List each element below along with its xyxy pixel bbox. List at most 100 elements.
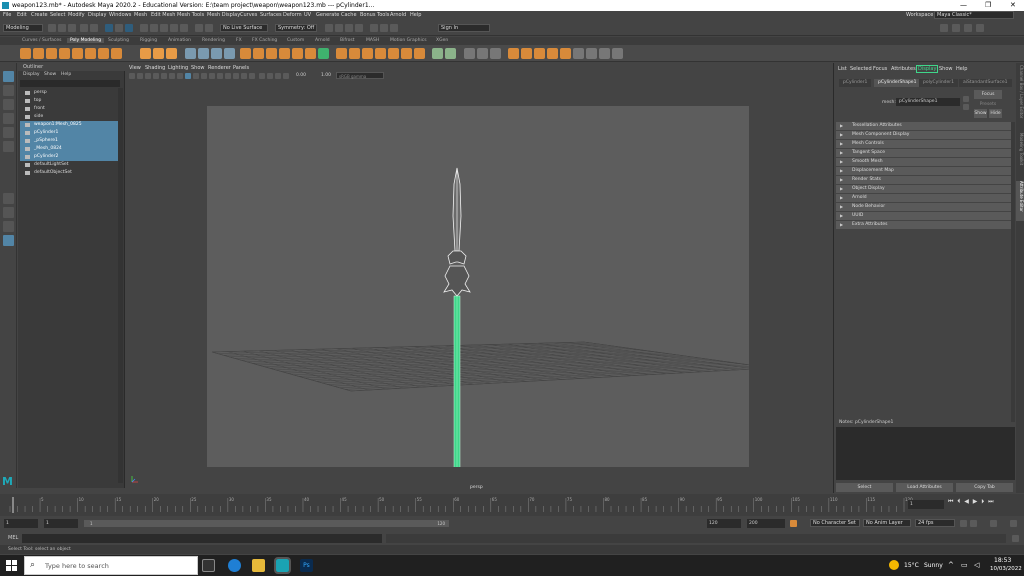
tab-polycylinder1[interactable]: polyCylinder1 (919, 79, 959, 87)
outliner-item[interactable]: front (20, 105, 118, 113)
playback-end-field[interactable]: 120 (707, 519, 741, 528)
snap-grid-icon[interactable] (140, 24, 148, 32)
boolean-icon[interactable] (224, 48, 235, 59)
vp-menu-show[interactable]: Show (191, 65, 205, 71)
anim-start-field[interactable]: 1 (4, 519, 38, 528)
taskbar-search-input[interactable]: Type here to search (24, 556, 198, 575)
shelf-tab-animation[interactable]: Animation (168, 38, 191, 43)
network-icon[interactable]: ▭ (961, 561, 968, 569)
attr-section-header[interactable]: Mesh Controls (836, 140, 1011, 148)
tab-pcylindershape1[interactable]: pCylinderShape1 (874, 79, 921, 87)
shelf-tab-sculpting[interactable]: Sculpting (108, 38, 129, 43)
select-tool-icon[interactable] (3, 71, 14, 82)
outliner-item[interactable]: pCylinder1 (20, 129, 118, 137)
outliner-item[interactable]: pCylinder2 (20, 153, 118, 161)
resolution-gate-icon[interactable] (177, 73, 183, 79)
quad-draw-icon[interactable] (362, 48, 373, 59)
maya-taskbar-icon[interactable] (274, 557, 291, 574)
menu-surfaces[interactable]: Surfaces (260, 12, 282, 18)
poly-cube-icon[interactable] (33, 48, 44, 59)
multi-cut-icon[interactable] (318, 48, 329, 59)
script-editor-icon[interactable] (1012, 535, 1019, 542)
soft-select-icon[interactable] (573, 48, 584, 59)
poly-cylinder-icon[interactable] (46, 48, 57, 59)
volume-icon[interactable]: ◁ (974, 561, 979, 569)
slide-edge-icon[interactable] (375, 48, 386, 59)
xray-joints-icon[interactable] (275, 73, 281, 79)
photoshop-taskbar-icon[interactable]: Ps (300, 559, 313, 572)
shelf-tab-poly-modeling[interactable]: Poly Modeling (67, 38, 105, 43)
auto-map-icon[interactable] (490, 48, 501, 59)
xray-components-icon[interactable] (283, 73, 289, 79)
sound-icon[interactable] (970, 520, 977, 527)
hypershade-icon[interactable] (355, 24, 363, 32)
focus-button[interactable]: Focus (974, 90, 1002, 99)
move-tool-icon[interactable] (3, 113, 14, 124)
arnold-settings-icon[interactable] (390, 24, 398, 32)
attr-section-header[interactable]: Tessellation Attributes (836, 122, 1011, 130)
menu-uv[interactable]: UV (304, 12, 311, 18)
camera-select-icon[interactable] (129, 73, 135, 79)
3d-scene-view[interactable] (207, 106, 773, 513)
menu-deform[interactable]: Deform (283, 12, 302, 18)
time-slider[interactable]: 5 10 15 20 25 30 35 40 45 50 55 60 65 70 75 80 85 90 95 100… (0, 494, 1024, 516)
merge-icon[interactable] (305, 48, 316, 59)
attr-section-header[interactable]: Tangent Space (836, 149, 1011, 157)
clock-time[interactable]: 18:53 (994, 557, 1011, 564)
smooth-shade-icon[interactable] (193, 73, 199, 79)
outliner-menu-display[interactable]: Display (23, 72, 40, 77)
goto-output-icon[interactable] (963, 104, 969, 110)
open-scene-icon[interactable] (58, 24, 66, 32)
playback-start-field[interactable]: 1 (44, 519, 78, 528)
combine-icon[interactable] (185, 48, 196, 59)
target-weld-icon[interactable] (336, 48, 347, 59)
shelf-tab-rigging[interactable]: Rigging (140, 38, 157, 43)
select-edge-ring-icon[interactable] (521, 48, 532, 59)
shelf-tab-mash[interactable]: MASH (366, 38, 379, 43)
arnold-render-icon[interactable] (370, 24, 378, 32)
side-tab-modeling-toolkit[interactable]: Modeling Toolkit (1016, 133, 1024, 178)
camera-attr-icon[interactable] (137, 73, 143, 79)
snap-point-icon[interactable] (160, 24, 168, 32)
menu-mesh-tools[interactable]: Mesh Tools (177, 12, 204, 18)
menu-arnold[interactable]: Arnold (390, 12, 406, 18)
outliner-item[interactable]: weapon1:Mesh_0825 (20, 121, 118, 129)
outliner-menu-show[interactable]: Show (44, 72, 56, 77)
menu-mesh[interactable]: Mesh (134, 12, 147, 18)
snap-view-icon[interactable] (170, 24, 178, 32)
select-button[interactable]: Select (836, 483, 893, 492)
anim-prefs-icon[interactable] (990, 520, 997, 527)
uv-editor-icon[interactable] (432, 48, 443, 59)
menu-help[interactable]: Help (410, 12, 421, 18)
attr-menu-selected[interactable]: Selected (850, 66, 872, 72)
menu-create[interactable]: Create (31, 12, 48, 18)
attr-menu-help[interactable]: Help (956, 66, 967, 72)
clock-date[interactable]: 10/03/2022 (990, 566, 1022, 572)
wireframe-on-shaded-icon[interactable] (201, 73, 207, 79)
lasso-tool-icon[interactable] (3, 85, 14, 96)
attr-menu-focus[interactable]: Focus (873, 66, 887, 72)
attr-section-header[interactable]: Smooth Mesh (836, 158, 1011, 166)
attr-section-header[interactable]: Mesh Component Display (836, 131, 1011, 139)
shelf-tab-fx[interactable]: FX (236, 38, 242, 43)
tab-aistandardsurface1[interactable]: aiStandardSurface1 (959, 79, 1012, 87)
outliner-item[interactable]: _pSphere1 (20, 137, 118, 145)
bevel-icon[interactable] (266, 48, 277, 59)
render-settings-icon[interactable] (345, 24, 353, 32)
hide-button[interactable]: Hide (989, 109, 1002, 118)
paint-select-tool-icon[interactable] (3, 99, 14, 110)
grid-icon[interactable] (161, 73, 167, 79)
side-tab-attribute-editor[interactable]: Attribute Editor (1016, 181, 1024, 221)
outliner-scrollbar[interactable] (118, 88, 123, 483)
textured-icon[interactable] (209, 73, 215, 79)
poly-cone-icon[interactable] (59, 48, 70, 59)
close-icon[interactable]: ✕ (1010, 1, 1016, 9)
vp-menu-renderer[interactable]: Renderer (208, 65, 231, 71)
offset-loop-icon[interactable] (401, 48, 412, 59)
poly-plane-icon[interactable] (85, 48, 96, 59)
select-hierarchy-icon[interactable] (105, 24, 113, 32)
current-frame-marker[interactable] (12, 497, 14, 513)
mirror-icon[interactable] (414, 48, 425, 59)
menu-modify[interactable]: Modify (68, 12, 85, 18)
attr-section-header[interactable]: Extra Attributes (836, 221, 1011, 229)
